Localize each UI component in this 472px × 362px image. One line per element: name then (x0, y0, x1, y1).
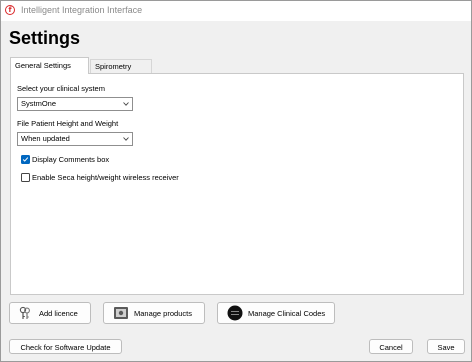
manage-products-button[interactable]: Manage products (103, 302, 205, 324)
save-label: Save (437, 343, 455, 352)
check-software-update-button[interactable]: Check for Software Update (9, 339, 122, 354)
add-licence-button[interactable]: Add licence (9, 302, 91, 324)
seca-receiver-checkbox[interactable] (21, 173, 30, 182)
products-box-icon (114, 307, 128, 319)
page-title: Settings (9, 28, 81, 48)
tab-general-settings[interactable]: General Settings (10, 57, 89, 74)
clinical-system-value: SystmOne (21, 99, 57, 108)
file-height-weight-label: File Patient Height and Weight (17, 119, 119, 128)
cancel-label: Cancel (379, 343, 403, 352)
app-logo-icon: f (5, 5, 15, 15)
manage-clinical-codes-button[interactable]: Manage Clinical Codes (217, 302, 335, 324)
seca-receiver-label: Enable Seca height/weight wireless recei… (32, 173, 179, 182)
title-bar: f Intelligent Integration Interface (1, 1, 471, 21)
manage-products-label: Manage products (134, 309, 192, 318)
file-height-weight-select[interactable]: When updated (17, 132, 133, 146)
tab-spirometry-settings[interactable]: Spirometry Settings (90, 59, 152, 84)
chevron-down-icon (123, 137, 129, 141)
save-button[interactable]: Save (427, 339, 465, 354)
keys-icon (19, 306, 30, 319)
add-licence-label: Add licence (39, 309, 78, 318)
chevron-down-icon (123, 102, 129, 106)
display-comments-checkbox[interactable] (21, 155, 30, 164)
clinical-codes-icon (227, 305, 243, 321)
cancel-button[interactable]: Cancel (369, 339, 413, 354)
file-height-weight-value: When updated (21, 134, 70, 143)
manage-clinical-codes-label: Manage Clinical Codes (248, 309, 326, 318)
clinical-system-label: Select your clinical system (17, 84, 105, 93)
clinical-system-select[interactable]: SystmOne (17, 97, 133, 111)
window-title: Intelligent Integration Interface (21, 5, 143, 15)
settings-window: f Intelligent Integration Interface Sett… (0, 0, 472, 362)
checkmark-icon (22, 157, 29, 162)
check-software-update-label: Check for Software Update (20, 343, 111, 352)
general-settings-panel: Select your clinical system SystmOne Fil… (10, 73, 464, 295)
display-comments-label: Display Comments box (32, 155, 110, 164)
